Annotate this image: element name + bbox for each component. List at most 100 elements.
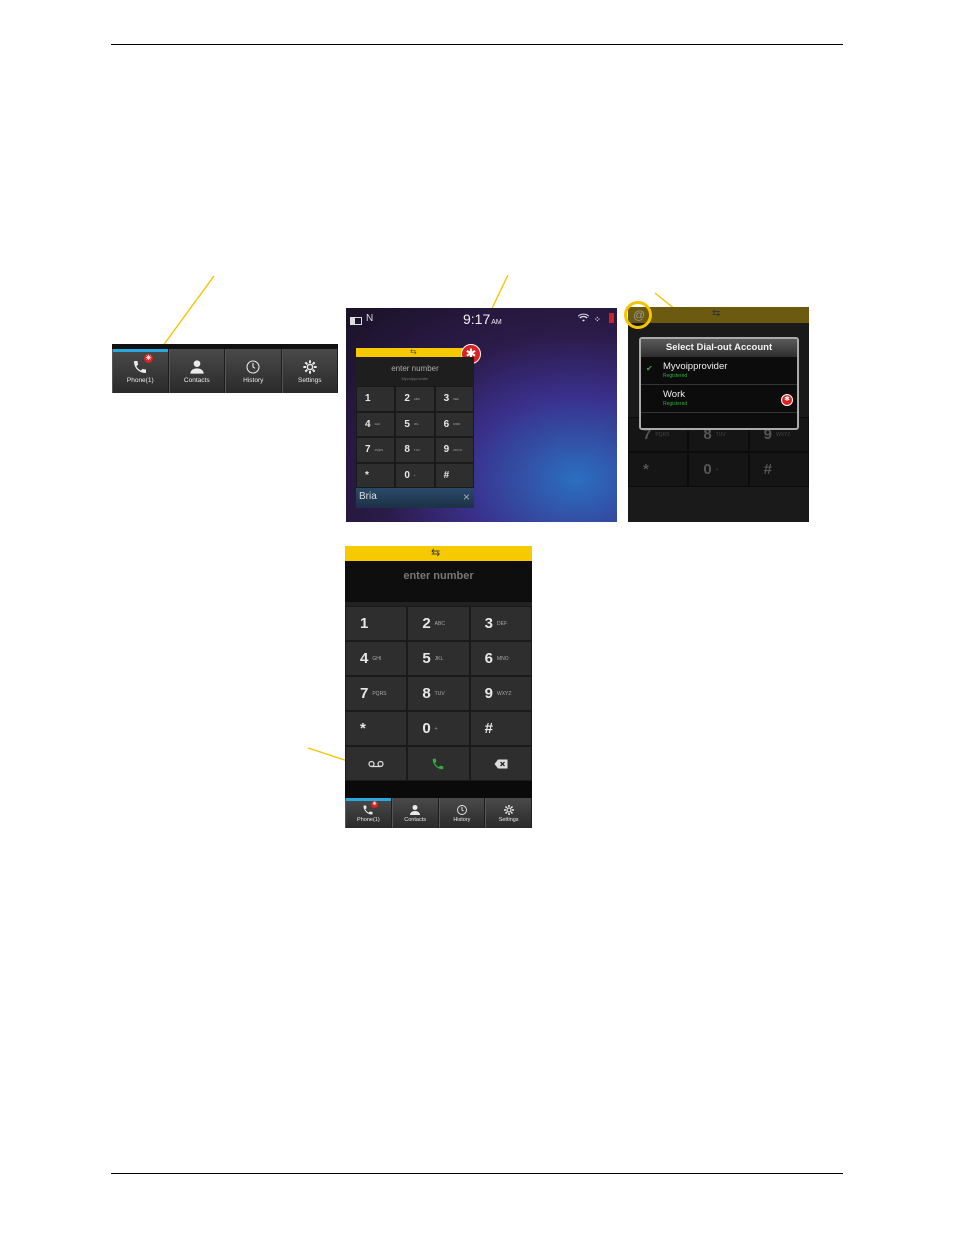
gear-icon	[302, 359, 318, 375]
key-letters: WXYZ	[497, 690, 512, 697]
keypad-key[interactable]: 0 +	[395, 462, 435, 488]
keypad-key[interactable]: 1	[356, 386, 396, 412]
tab-contacts-label: Contacts	[183, 376, 210, 384]
key-digit: #	[763, 461, 772, 478]
keypad-key[interactable]: 9 WXYZ	[434, 437, 474, 463]
keypad-key[interactable]: #	[434, 462, 474, 488]
fig-b-app-label: Bria	[359, 491, 377, 502]
key-letters: JKL	[434, 655, 444, 662]
dialog-title: Select Dial-out Account	[641, 339, 797, 357]
keypad-key[interactable]: 5 JKL	[395, 411, 435, 437]
key-digit: 0	[703, 461, 712, 478]
account-row-myvoipprovider[interactable]: ✔ Myvoipprovider Registered	[641, 357, 797, 385]
key-digit: 5	[404, 418, 410, 430]
fig-d-banner-logo-icon: ⇆	[431, 547, 441, 559]
key-letters: PQRS	[655, 431, 670, 438]
key-letters: TUV	[434, 690, 445, 697]
key-digit: *	[365, 469, 369, 481]
fig-d-spacer	[345, 781, 532, 798]
backspace-button[interactable]	[469, 746, 532, 781]
account-row-work[interactable]: Work Registered ✱	[641, 385, 797, 413]
fig-d-entry[interactable]: enter number	[345, 561, 532, 602]
tab-history[interactable]: History	[438, 798, 486, 828]
key-digit: #	[484, 720, 493, 737]
tab-settings-label: Settings	[298, 376, 322, 384]
fig-d-tabbar: ✳ Phone(1) Contacts History Settings	[345, 798, 532, 828]
key-digit: 6	[443, 418, 450, 430]
keypad-key[interactable]: 3 DEF	[469, 606, 532, 641]
keypad-key[interactable]: *	[356, 462, 396, 488]
keypad-key[interactable]: 4 GHI	[345, 641, 408, 676]
keypad-key[interactable]: 9 WXYZ	[469, 676, 532, 711]
key-digit: 4	[365, 418, 371, 430]
checkmark-icon: ✔	[646, 364, 653, 373]
fig-d-keypad: 1 2 ABC 3 DEF 4 GHI 5 JKL 6 MNO 7 PQRS 8 TUV 9 WXYZ * 0 + #	[345, 606, 532, 746]
fig-b-account: Myvoipprovider	[401, 376, 429, 381]
tab-contacts[interactable]: Contacts	[168, 349, 225, 393]
keypad-key[interactable]: #	[748, 452, 809, 487]
keypad-key[interactable]: 7 PQRS	[345, 676, 408, 711]
fig-d-screen: ⇆ enter number 1 2 ABC 3 DEF 4 GHI 5 JKL 6 MNO 7 PQR…	[345, 546, 532, 828]
keypad-key[interactable]: 6 MNO	[434, 411, 474, 437]
key-digit: 7	[360, 685, 369, 702]
key-letters: DEF	[497, 620, 507, 627]
clock-icon	[245, 359, 261, 375]
key-letters: ABC	[413, 396, 421, 401]
tab-settings[interactable]: Settings	[485, 798, 532, 828]
key-letters: TUV	[413, 447, 420, 452]
keypad-key[interactable]: 8 TUV	[407, 676, 470, 711]
key-letters: MNO	[497, 655, 509, 662]
clock-hours: 9:17	[463, 311, 491, 327]
keypad-key[interactable]: 4 GHI	[356, 411, 396, 437]
voicemail-button[interactable]	[345, 746, 408, 781]
key-letters: PQRS	[372, 690, 387, 697]
key-digit: 8	[422, 685, 431, 702]
key-digit: 3	[484, 615, 493, 632]
contacts-icon	[189, 359, 205, 375]
key-digit: 6	[484, 650, 493, 667]
key-digit: 0	[404, 469, 410, 481]
keypad-key[interactable]: *	[628, 452, 689, 487]
close-icon[interactable]: ×	[463, 490, 470, 504]
call-button[interactable]	[407, 746, 470, 781]
keypad-key[interactable]: 3 DEF	[434, 386, 474, 412]
key-digit: #	[443, 469, 450, 481]
phone-badge-star: ✳	[371, 801, 378, 808]
keypad-key[interactable]: 2 ABC	[395, 386, 435, 412]
key-digit: 1	[365, 393, 371, 405]
keypad-key[interactable]: 0 +	[688, 452, 749, 487]
key-digit: 2	[404, 393, 410, 405]
key-digit: 9	[484, 685, 493, 702]
fig-b-entry[interactable]: enter number Myvoipprovider	[356, 357, 474, 386]
fig-c-banner-logo-icon: ⇆	[712, 308, 721, 319]
clock-icon	[456, 804, 468, 816]
fig-c-bg-keypad: 7 PQRS 8 TUV 9 WXYZ * 0 + #	[628, 417, 809, 522]
keypad-key[interactable]: 7 PQRS	[356, 437, 396, 463]
tab-phone[interactable]: ✳ Phone(1)	[112, 349, 169, 393]
keypad-key[interactable]: 1	[345, 606, 408, 641]
key-letters: MNO	[453, 422, 461, 427]
keypad-key[interactable]: *	[345, 711, 408, 746]
key-letters: GHI	[372, 655, 382, 662]
key-letters: ABC	[434, 620, 445, 627]
keypad-key[interactable]: 0 +	[407, 711, 470, 746]
tab-phone[interactable]: ✳ Phone(1)	[345, 798, 392, 828]
notification-icon	[609, 313, 614, 323]
tab-settings[interactable]: Settings	[281, 349, 338, 393]
key-letters: +	[413, 473, 416, 478]
tab-contacts[interactable]: Contacts	[391, 798, 439, 828]
call-icon	[431, 757, 445, 771]
key-letters: +	[434, 725, 438, 732]
keypad-key[interactable]: 6 MNO	[469, 641, 532, 676]
fig-b-app-frame[interactable]: Bria ×	[356, 488, 474, 508]
tab-history[interactable]: History	[225, 349, 282, 393]
key-digit: 2	[422, 615, 431, 632]
keypad-key[interactable]: #	[469, 711, 532, 746]
keypad-key[interactable]: 5 JKL	[407, 641, 470, 676]
backspace-icon	[494, 759, 508, 769]
key-letters: PQRS	[374, 447, 384, 452]
clock-ampm: AM	[491, 319, 502, 326]
keypad-key[interactable]: 8 TUV	[395, 437, 435, 463]
keypad-key[interactable]: 2 ABC	[407, 606, 470, 641]
tab-phone-label: Phone(1)	[126, 376, 154, 384]
